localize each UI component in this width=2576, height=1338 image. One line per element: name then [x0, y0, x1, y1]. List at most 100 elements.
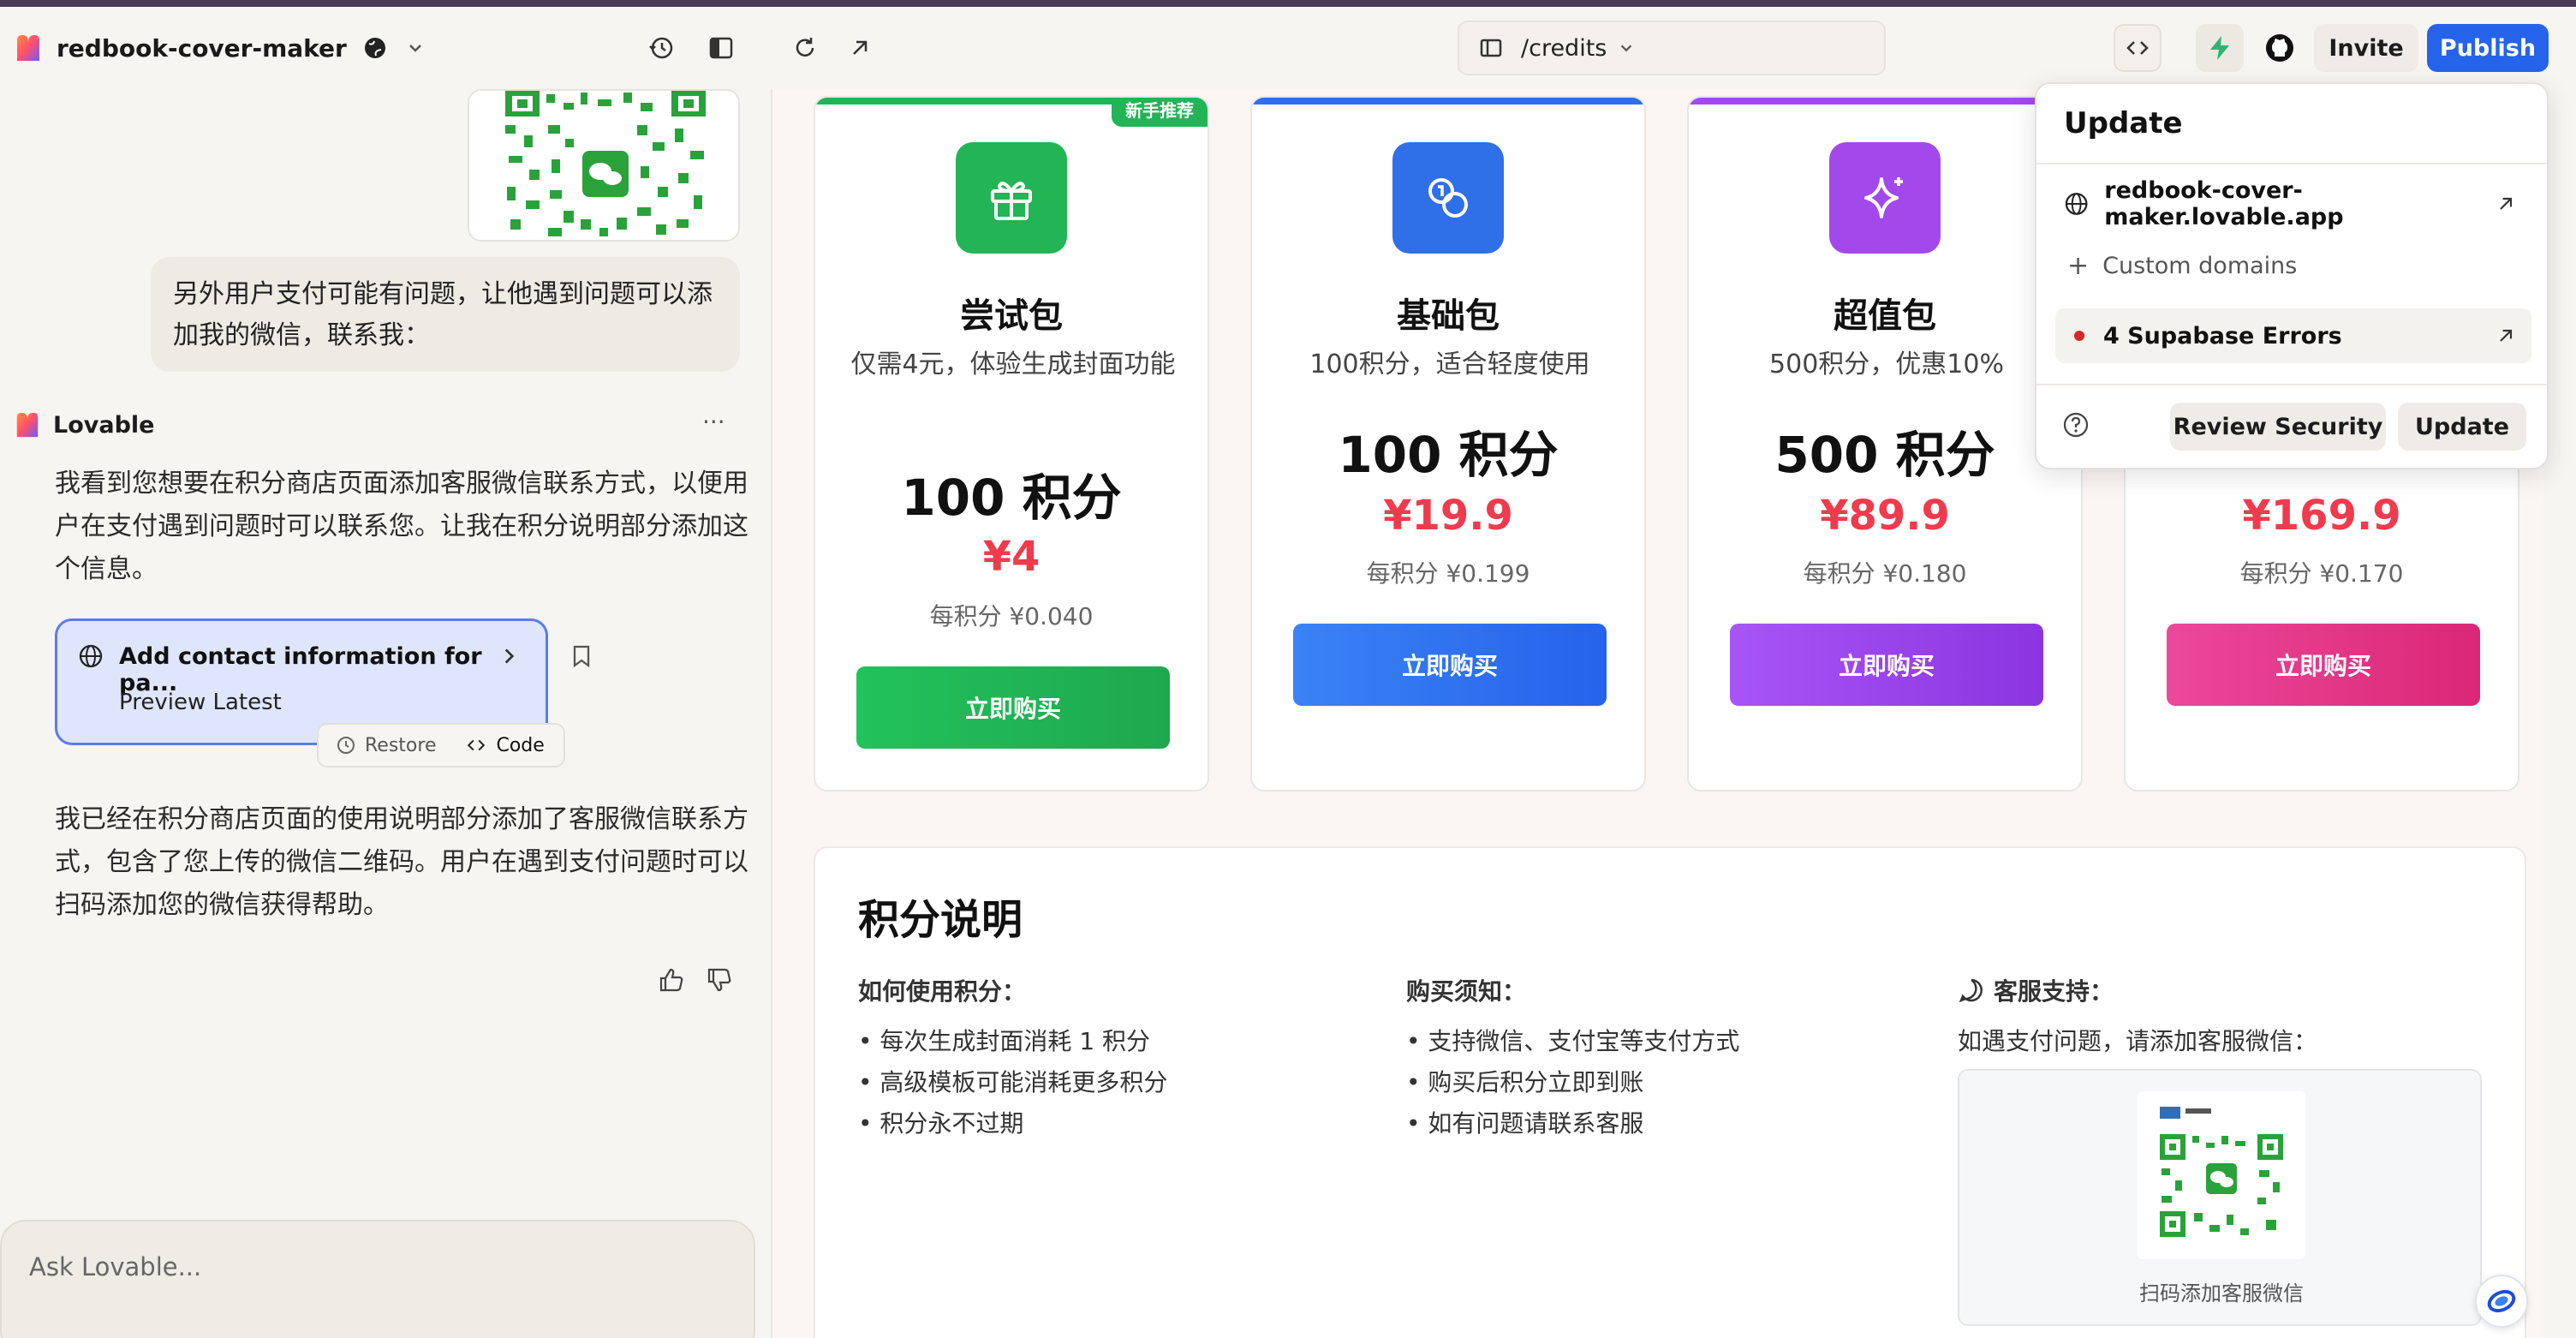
package-points: 100 积分 [901, 469, 1122, 527]
refresh-button[interactable] [781, 24, 829, 72]
package-points: 500 积分 [1774, 426, 1995, 484]
lovable-logo-icon [17, 35, 39, 61]
message-more-button[interactable]: ··· [702, 408, 725, 436]
package-name: 基础包 [1397, 296, 1500, 336]
qr-code-icon [469, 91, 738, 240]
plus-icon: + [2067, 250, 2090, 281]
card-top-stripe [1689, 98, 2081, 105]
github-icon [2266, 34, 2293, 62]
edit-card-subtitle: Preview Latest [119, 690, 282, 715]
supabase-button[interactable] [2196, 24, 2244, 72]
code-label: Code [496, 734, 545, 756]
divider [2036, 163, 2547, 164]
uploaded-wechat-qr-image[interactable] [468, 89, 740, 242]
history-button[interactable] [637, 24, 685, 72]
how-to-use-title: 如何使用积分： [858, 977, 1027, 1006]
arrow-up-right-icon [853, 40, 868, 55]
package-desc: 仅需4元，体验生成封面功能 [850, 349, 1176, 379]
arrow-up-right-icon [2500, 197, 2513, 210]
purchase-note-item: • 支持微信、支付宝等支付方式 [1406, 1027, 1740, 1055]
github-button[interactable] [2256, 24, 2304, 72]
arrow-up-right-icon [2500, 329, 2513, 342]
assistant-result-text: 我已经在积分商店页面的使用说明部分添加了客服微信联系方式，包含了您上传的微信二维… [55, 804, 748, 920]
restore-icon [337, 737, 355, 754]
package-price: ¥89.9 [1820, 492, 1950, 540]
supabase-bolt-icon [2210, 36, 2229, 60]
custom-domains-label: Custom domains [2102, 252, 2298, 279]
code-button[interactable]: Code [465, 734, 545, 756]
chevron-down-icon[interactable] [405, 38, 426, 58]
chat-input-placeholder: Ask Lovable... [29, 1252, 202, 1281]
package-desc: 100积分，适合轻度使用 [1309, 349, 1590, 379]
restore-label: Restore [365, 734, 437, 756]
url-bar[interactable]: /credits [1458, 21, 1886, 75]
globe-icon [364, 38, 385, 58]
message-circle-icon [1959, 978, 1983, 1003]
buy-button[interactable]: 立即购买 [2167, 624, 2480, 706]
how-to-use-item: • 积分永不过期 [858, 1109, 1024, 1138]
help-circle-icon[interactable] [2062, 411, 2090, 439]
restore-button[interactable]: Restore [336, 735, 436, 756]
project-switcher[interactable]: redbook-cover-maker [14, 24, 426, 72]
buy-button[interactable]: 立即购买 [856, 666, 1170, 749]
package-icon-basic [1392, 142, 1504, 254]
popover-title: Update [2064, 106, 2183, 140]
divider [2036, 384, 2547, 385]
publish-popover: Update redbook-cover-maker.lovable.app +… [2035, 82, 2549, 469]
history-icon [649, 37, 673, 59]
publish-button[interactable]: Publish [2427, 24, 2549, 72]
published-domain-link[interactable]: redbook-cover-maker.lovable.app [2055, 176, 2531, 231]
credits-info-section: 积分说明 如何使用积分： • 每次生成封面消耗 1 积分 • 高级模板可能消耗更… [814, 846, 2526, 1338]
buy-button[interactable]: 立即购买 [1293, 624, 1607, 706]
code-icon [2126, 41, 2149, 55]
floating-assistant-button[interactable] [2475, 1275, 2528, 1328]
assistant-header: Lovable [14, 408, 154, 442]
support-title: 客服支持： [1994, 977, 2114, 1006]
refresh-icon [796, 38, 814, 57]
supabase-errors-link[interactable]: 4 Supabase Errors [2055, 308, 2531, 363]
package-icon-value [1829, 142, 1941, 254]
package-name: 超值包 [1834, 296, 1936, 336]
globe-icon [79, 644, 103, 668]
invite-button[interactable]: Invite [2314, 24, 2418, 72]
package-unit-price: 每积分 ¥0.199 [1366, 559, 1530, 588]
toggle-sidebar-button[interactable] [697, 24, 745, 72]
globe-icon [2065, 193, 2088, 215]
support-wechat-qr[interactable] [2138, 1091, 2305, 1259]
support-title-row: 客服支持： [1958, 973, 2114, 1007]
custom-domains-button[interactable]: + Custom domains [2055, 238, 2531, 293]
chat-input-box[interactable]: Ask Lovable... [0, 1220, 755, 1338]
package-unit-price: 每积分 ¥0.040 [929, 602, 1094, 630]
package-desc: 500积分，优惠10% [1769, 349, 2004, 379]
device-icon [1480, 39, 1502, 57]
review-security-button[interactable]: Review Security [2170, 403, 2386, 451]
supabase-errors-label: 4 Supabase Errors [2103, 322, 2342, 349]
edit-card-toolbar: Restore Code [317, 723, 565, 768]
sparkles-icon [1864, 177, 1903, 218]
code-view-button[interactable] [2114, 24, 2162, 72]
user-message-text: 另外用户支付可能有问题，让他遇到问题可以添加我的微信，联系我： [173, 279, 713, 350]
thumbs-down-icon[interactable] [706, 966, 733, 994]
package-name: 尝试包 [960, 296, 1063, 336]
support-qr-box: 扫码添加客服微信 [1958, 1069, 2482, 1326]
chevron-down-icon [1621, 45, 1632, 52]
coins-icon [1428, 178, 1468, 218]
package-price: ¥19.9 [1383, 492, 1513, 540]
package-card-value: 超值包 500积分，优惠10% 500 积分 ¥89.9 每积分 ¥0.180 … [1687, 96, 2083, 791]
sidebar-icon [709, 37, 733, 59]
qr-code-icon [2160, 1107, 2283, 1237]
buy-button[interactable]: 立即购买 [1730, 624, 2043, 706]
package-card-basic: 基础包 100积分，适合轻度使用 100 积分 ¥19.9 每积分 ¥0.199… [1250, 96, 1646, 791]
code-icon [468, 739, 486, 751]
assistant-intro-text: 我看到您想要在积分商店页面添加客服微信联系方式，以便用户在支付遇到问题时可以联系… [55, 469, 748, 584]
update-button[interactable]: Update [2398, 403, 2526, 451]
thumbs-up-icon[interactable] [658, 966, 685, 994]
package-icon-trial [956, 142, 1067, 254]
open-external-button[interactable] [836, 24, 884, 72]
how-to-use-item: • 每次生成封面消耗 1 积分 [858, 1027, 1151, 1055]
gift-icon [991, 182, 1032, 220]
bookmark-icon[interactable] [570, 644, 593, 668]
assistant-name: Lovable [53, 411, 155, 439]
chevron-right-icon [504, 648, 515, 664]
window-top-edge [0, 0, 2576, 7]
